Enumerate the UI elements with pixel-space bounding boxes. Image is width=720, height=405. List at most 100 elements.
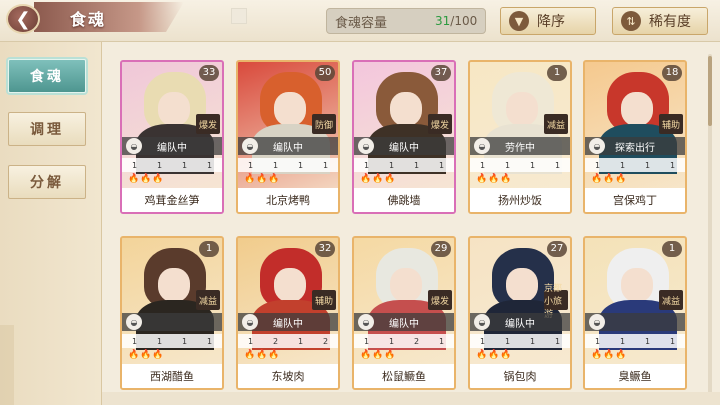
role-badge: 爆发 — [428, 290, 452, 310]
skill-level: 1 — [594, 160, 601, 170]
skill-level: 2 — [272, 336, 279, 346]
food-soul-card[interactable]: 37 爆发 ◒ 编队中 1 1 1 1 🔥🔥🔥 佛跳墙 — [352, 60, 456, 214]
role-badge: 减益 — [659, 290, 683, 310]
skill-level: 1 — [594, 336, 601, 346]
status-text: 编队中 — [389, 142, 419, 154]
character-face — [274, 268, 306, 302]
card-name: 鸡茸金丝笋 — [122, 188, 222, 212]
food-soul-card[interactable]: 1 减益 ◒ 1 1 1 1 🔥🔥🔥 西湖醋鱼 — [120, 236, 224, 390]
page-title: 食魂 — [70, 10, 107, 29]
role-badge: 爆发 — [428, 114, 452, 134]
sidebar: 食魂 调理 分解 — [0, 42, 102, 405]
skill-levels: 1 1 1 1 — [470, 158, 570, 172]
pot-icon: ◒ — [474, 314, 490, 330]
skill-level: 1 — [388, 160, 395, 170]
level-badge: 18 — [662, 65, 682, 81]
skill-level: 1 — [247, 336, 254, 346]
skill-level: 1 — [363, 336, 370, 346]
tab-conditioning[interactable]: 调理 — [8, 112, 86, 146]
character-face — [621, 92, 653, 126]
role-badge: 减益 — [544, 114, 568, 134]
skill-levels: 1 2 1 2 — [238, 334, 338, 348]
skill-level: 2 — [322, 336, 329, 346]
status-text: 编队中 — [389, 318, 419, 330]
status-text: 编队中 — [157, 142, 187, 154]
sort-rarity-button[interactable]: ⇅ 稀有度 — [612, 7, 708, 35]
food-soul-card[interactable]: 33 爆发 ◒ 编队中 1 1 1 1 🔥🔥🔥 鸡茸金丝笋 — [120, 60, 224, 214]
flame-icon: 🔥🔥🔥 — [360, 174, 397, 184]
level-badge: 32 — [315, 241, 335, 257]
food-soul-card[interactable]: 50 防御 ◒ 编队中 1 1 1 1 🔥🔥🔥 北京烤鸭 — [236, 60, 340, 214]
scrollbar[interactable] — [708, 54, 712, 394]
skill-levels: 1 1 2 1 — [354, 334, 454, 348]
character-face — [158, 92, 190, 126]
sort-rarity-label: 稀有度 — [649, 14, 691, 30]
character-face — [158, 268, 190, 302]
skill-level: 1 — [181, 336, 188, 346]
level-badge: 33 — [199, 65, 219, 81]
sort-icon: ⇅ — [621, 11, 641, 31]
skill-level: 1 — [181, 160, 188, 170]
food-soul-card[interactable]: 32 辅助 ◒ 编队中 1 2 1 2 🔥🔥🔥 东坡肉 — [236, 236, 340, 390]
flame-icon: 🔥🔥🔥 — [476, 174, 513, 184]
back-arrow-icon[interactable]: ❮ — [6, 4, 40, 34]
food-soul-card[interactable]: 29 爆发 ◒ 编队中 1 1 2 1 🔥🔥🔥 松鼠鳜鱼 — [352, 236, 456, 390]
skill-levels: 1 1 1 1 — [122, 158, 222, 172]
flame-icon: 🔥🔥🔥 — [360, 350, 397, 360]
level-badge: 1 — [547, 65, 567, 81]
tab-label: 分解 — [30, 175, 64, 191]
card-name: 松鼠鳜鱼 — [354, 364, 454, 388]
skill-level: 1 — [554, 336, 561, 346]
bottom-bar — [102, 392, 720, 405]
role-badge: 辅助 — [659, 114, 683, 134]
tab-decompose[interactable]: 分解 — [8, 165, 86, 199]
skill-level: 1 — [206, 160, 213, 170]
skill-level: 1 — [438, 336, 445, 346]
status-text: 编队中 — [273, 318, 303, 330]
skill-levels: 1 1 1 1 — [238, 158, 338, 172]
scrollbar-thumb[interactable] — [708, 56, 712, 126]
status-text: 探索出行 — [615, 142, 655, 154]
tab-food-soul[interactable]: 食魂 — [8, 59, 86, 93]
flame-icon: 🔥🔥🔥 — [244, 174, 281, 184]
flame-icon: 🔥🔥🔥 — [128, 174, 165, 184]
pot-icon: ◒ — [126, 138, 142, 154]
role-badge: 减益 — [196, 290, 220, 310]
skill-level: 1 — [529, 160, 536, 170]
level-badge: 27 — [547, 241, 567, 257]
role-badge: 京都小旅游 — [544, 284, 568, 320]
skill-level: 1 — [413, 160, 420, 170]
food-soul-card[interactable]: 1 减益 ◒ 劳作中 1 1 1 1 🔥🔥🔥 扬州炒饭 — [468, 60, 572, 214]
flame-icon: 🔥🔥🔥 — [591, 350, 628, 360]
status-bar: ◒ 探索出行 — [585, 137, 685, 155]
pot-icon: ◒ — [358, 314, 374, 330]
pot-icon: ◒ — [589, 314, 605, 330]
skill-level: 1 — [669, 336, 676, 346]
character-face — [274, 92, 306, 126]
level-badge: 1 — [199, 241, 219, 257]
character-face — [390, 92, 422, 126]
level-badge: 1 — [662, 241, 682, 257]
status-bar: ◒ 编队中 — [470, 313, 570, 331]
skill-level: 1 — [272, 160, 279, 170]
flame-icon: 🔥🔥🔥 — [244, 350, 281, 360]
flame-icon: 🔥🔥🔥 — [476, 350, 513, 360]
sort-order-button[interactable]: ▼ 降序 — [500, 7, 596, 35]
status-text: 编队中 — [505, 318, 535, 330]
status-bar: ◒ 编队中 — [122, 137, 222, 155]
character-face — [390, 268, 422, 302]
food-soul-card[interactable]: 18 辅助 ◒ 探索出行 1 1 1 1 🔥🔥🔥 宫保鸡丁 — [583, 60, 687, 214]
food-soul-card[interactable]: 1 减益 ◒ 1 1 1 1 🔥🔥🔥 臭鳜鱼 — [583, 236, 687, 390]
status-bar: ◒ 编队中 — [238, 313, 338, 331]
capacity-max: /100 — [450, 14, 478, 28]
status-bar: ◒ — [122, 313, 222, 331]
skill-level: 1 — [554, 160, 561, 170]
card-name: 北京烤鸭 — [238, 188, 338, 212]
role-badge: 爆发 — [196, 114, 220, 134]
skill-level: 1 — [619, 160, 626, 170]
skill-levels: 1 1 1 1 — [122, 334, 222, 348]
card-name: 东坡肉 — [238, 364, 338, 388]
food-soul-card[interactable]: 27 京都小旅游 ◒ 编队中 1 1 1 1 🔥🔥🔥 锅包肉 — [468, 236, 572, 390]
pot-icon: ◒ — [126, 314, 142, 330]
role-badge: 辅助 — [312, 290, 336, 310]
